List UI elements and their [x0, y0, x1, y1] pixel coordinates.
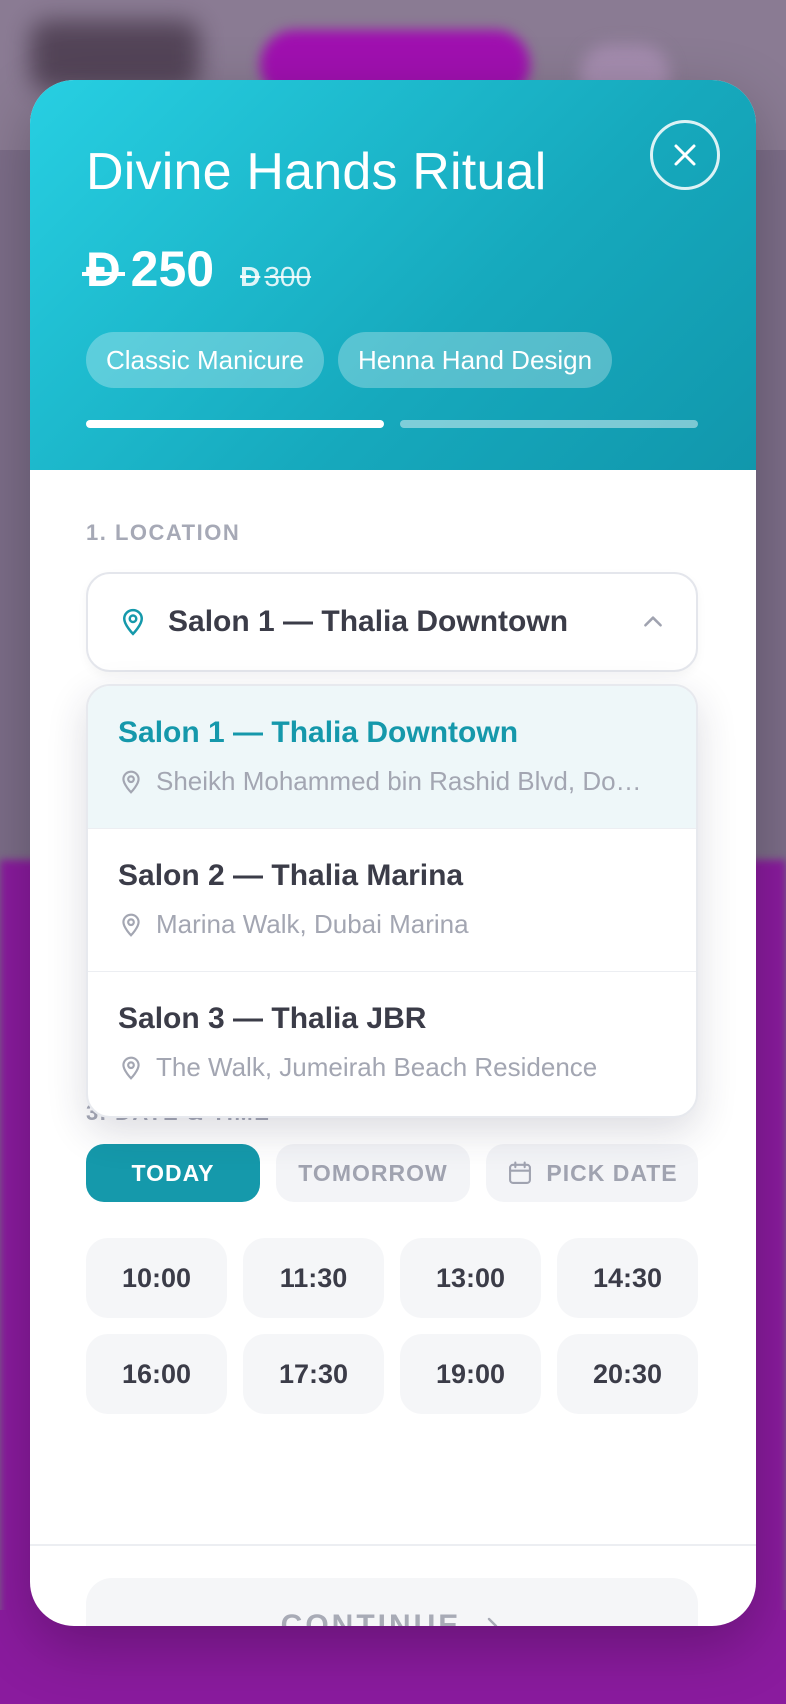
old-price-value: 300	[264, 261, 312, 292]
time-slot-grid: 10:00 11:30 13:00 14:30 16:00 17:30 19:0…	[86, 1238, 698, 1414]
location-pin-icon	[122, 913, 140, 937]
close-button[interactable]	[650, 120, 720, 190]
footer-divider	[30, 1544, 756, 1546]
time-slot[interactable]: 14:30	[557, 1238, 698, 1318]
service-chips: Classic Manicure Henna Hand Design	[86, 332, 613, 388]
time-slot[interactable]: 11:30	[243, 1238, 384, 1318]
location-dropdown: Salon 1 — Thalia Downtown Sheikh Mohamme…	[86, 684, 698, 1118]
chevron-up-icon	[644, 616, 662, 627]
close-icon	[674, 144, 696, 166]
tab-tomorrow[interactable]: TOMORROW	[276, 1144, 470, 1202]
continue-label: CONTINUE	[280, 1609, 462, 1626]
tab-pick-date-label: PICK DATE	[546, 1159, 678, 1186]
location-option-2[interactable]: Salon 2 — Thalia Marina Marina Walk, Dub…	[88, 829, 696, 972]
tab-today[interactable]: TODAY	[86, 1144, 260, 1202]
current-price: 250	[130, 241, 215, 297]
location-option-1[interactable]: Salon 1 — Thalia Downtown Sheikh Mohamme…	[88, 686, 696, 829]
location-option-address-text: Sheikh Mohammed bin Rashid Blvd, Do…	[156, 766, 642, 796]
modal-header: Divine Hands Ritual Đ 250 Đ 300 Classic …	[30, 80, 756, 470]
price-row: Đ 250 Đ 300	[82, 240, 311, 298]
booking-modal: Divine Hands Ritual Đ 250 Đ 300 Classic …	[30, 80, 756, 1626]
step-progress	[86, 420, 698, 428]
chip-henna-hand-design: Henna Hand Design	[337, 332, 613, 388]
time-slot[interactable]: 17:30	[243, 1334, 384, 1414]
progress-segment-2	[400, 420, 698, 428]
time-slot[interactable]: 13:00	[400, 1238, 541, 1318]
time-slot[interactable]: 19:00	[400, 1334, 541, 1414]
location-option-address: Sheikh Mohammed bin Rashid Blvd, Do…	[118, 766, 666, 797]
time-slot[interactable]: 20:30	[557, 1334, 698, 1414]
date-tabs: TODAY TOMORROW PICK DATE	[86, 1144, 698, 1202]
location-select-value: Salon 1 — Thalia Downtown	[168, 605, 569, 638]
calendar-icon	[509, 1161, 532, 1184]
old-price: Đ 300	[240, 261, 311, 293]
chip-classic-manicure: Classic Manicure	[86, 332, 324, 388]
location-pin-icon	[122, 770, 140, 794]
time-slot[interactable]: 16:00	[86, 1334, 227, 1414]
location-option-title: Salon 2 — Thalia Marina	[118, 859, 464, 892]
location-pin-icon	[122, 608, 144, 636]
location-option-address-text: The Walk, Jumeirah Beach Residence	[156, 1052, 598, 1082]
location-option-3[interactable]: Salon 3 — Thalia JBR The Walk, Jumeirah …	[88, 972, 696, 1115]
location-option-title: Salon 3 — Thalia JBR	[118, 1002, 427, 1035]
location-pin-icon	[122, 1056, 140, 1080]
chevron-right-icon	[488, 1617, 498, 1626]
time-slot[interactable]: 10:00	[86, 1238, 227, 1318]
progress-segment-1	[86, 420, 384, 428]
location-option-address: The Walk, Jumeirah Beach Residence	[118, 1052, 666, 1083]
tab-pick-date[interactable]: PICK DATE	[486, 1144, 698, 1202]
old-currency-symbol: Đ	[240, 261, 261, 292]
service-title: Divine Hands Ritual	[86, 143, 547, 201]
location-select[interactable]: Salon 1 — Thalia Downtown	[86, 572, 698, 672]
location-label: 1. LOCATION	[86, 520, 241, 545]
location-option-address-text: Marina Walk, Dubai Marina	[156, 909, 469, 939]
location-option-address: Marina Walk, Dubai Marina	[118, 909, 666, 940]
modal-body: 1. LOCATION Salon 1 — Thalia Downtown Sa…	[30, 470, 756, 1626]
location-option-title: Salon 1 — Thalia Downtown	[118, 716, 519, 749]
continue-button[interactable]: CONTINUE	[86, 1578, 698, 1626]
currency-symbol: Đ	[82, 244, 125, 297]
